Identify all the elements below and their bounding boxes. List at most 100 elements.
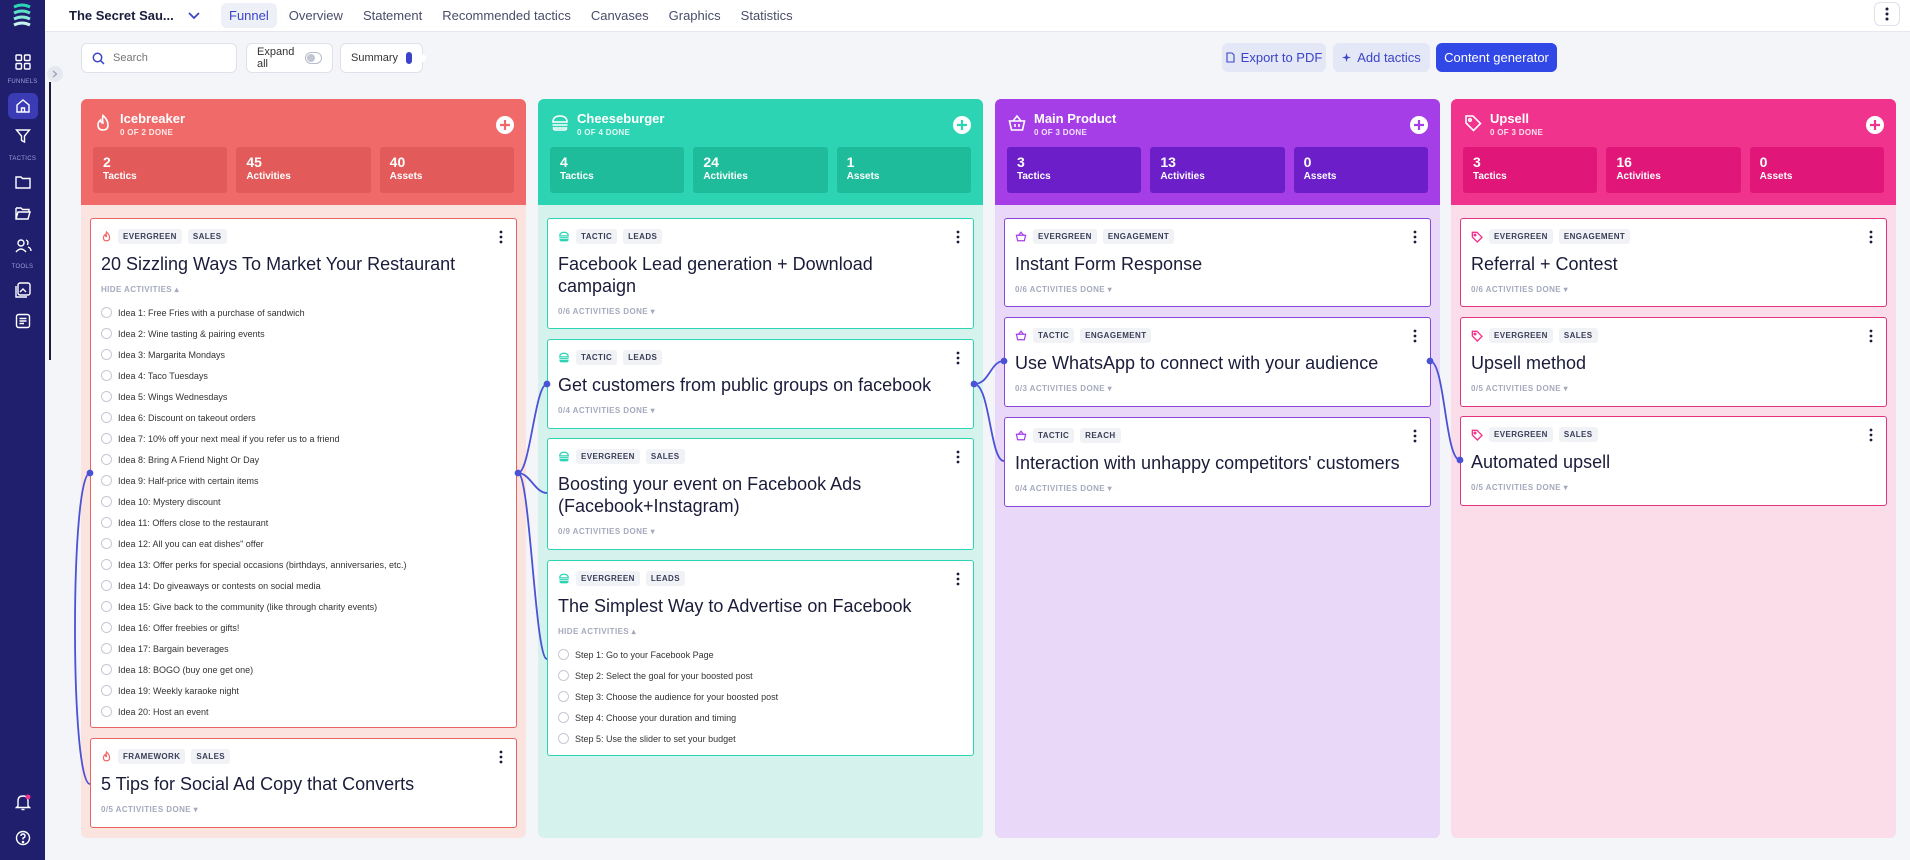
app-logo[interactable] [11,3,33,27]
tactic-card[interactable]: EVERGREEN ENGAGEMENT Instant Form Respon… [1004,218,1431,307]
more-options-button[interactable] [1874,2,1900,26]
activity-item[interactable]: Step 5: Use the slider to set your budge… [558,733,736,744]
activity-checkbox[interactable] [101,454,112,465]
tab-statement[interactable]: Statement [355,3,430,28]
card-title[interactable]: Facebook Lead generation + Download camp… [558,253,947,297]
activity-checkbox[interactable] [101,496,112,507]
card-title[interactable]: 20 Sizzling Ways To Market Your Restaura… [101,253,490,275]
activity-item[interactable]: Idea 16: Offer freebies or gifts! [101,622,239,633]
activity-item[interactable]: Idea 10: Mystery discount [101,496,221,507]
bell-icon[interactable] [11,790,35,814]
image-icon[interactable] [11,278,35,302]
expand-all-toggle[interactable]: Expand all [246,43,333,73]
tab-graphics[interactable]: Graphics [661,3,729,28]
activity-item[interactable]: Step 2: Select the goal for your boosted… [558,670,753,681]
card-title[interactable]: Upsell method [1471,352,1860,374]
activity-checkbox[interactable] [558,712,569,723]
card-menu-icon[interactable] [498,229,504,245]
activities-done-toggle[interactable]: 0/9 ACTIVITIES DONE ▾ [558,527,655,536]
activity-item[interactable]: Idea 6: Discount on takeout orders [101,412,256,423]
tactic-card[interactable]: TACTIC LEADS Get customers from public g… [547,339,974,429]
activity-checkbox[interactable] [101,370,112,381]
activity-checkbox[interactable] [558,649,569,660]
activity-item[interactable]: Step 3: Choose the audience for your boo… [558,691,778,702]
help-icon[interactable] [11,826,35,850]
summary-switch[interactable] [406,52,426,64]
sidebar-collapse-handle[interactable] [47,66,63,82]
activity-checkbox[interactable] [101,580,112,591]
grid-icon[interactable] [11,50,35,74]
filter-icon[interactable] [11,124,35,148]
card-title[interactable]: 5 Tips for Social Ad Copy that Converts [101,773,490,795]
tactic-card[interactable]: EVERGREEN SALES 20 Sizzling Ways To Mark… [90,218,517,728]
card-menu-icon[interactable] [1412,229,1418,245]
activity-item[interactable]: Idea 4: Taco Tuesdays [101,370,208,381]
tab-funnel[interactable]: Funnel [221,3,277,28]
card-menu-icon[interactable] [955,350,961,366]
tactic-card[interactable]: FRAMEWORK SALES 5 Tips for Social Ad Cop… [90,738,517,828]
activity-item[interactable]: Idea 14: Do giveaways or contests on soc… [101,580,321,591]
activities-done-toggle[interactable]: 0/6 ACTIVITIES DONE ▾ [558,307,655,316]
add-tactic-button[interactable] [1410,116,1428,134]
project-selector[interactable]: The Secret Sau... [69,8,200,23]
tactic-card[interactable]: TACTIC LEADS Facebook Lead generation + … [547,218,974,329]
activity-checkbox[interactable] [101,328,112,339]
activities-done-toggle[interactable]: 0/4 ACTIVITIES DONE ▾ [558,406,655,415]
card-menu-icon[interactable] [498,749,504,765]
folder-open-icon[interactable] [11,201,35,225]
card-title[interactable]: Interaction with unhappy competitors' cu… [1015,452,1404,474]
activity-item[interactable]: Idea 3: Margarita Mondays [101,349,225,360]
add-tactics-button[interactable]: Add tactics [1333,43,1430,72]
card-title[interactable]: Get customers from public groups on face… [558,374,947,396]
users-icon[interactable] [11,233,35,257]
activity-checkbox[interactable] [101,349,112,360]
activity-item[interactable]: Idea 2: Wine tasting & pairing events [101,328,265,339]
activity-item[interactable]: Idea 13: Offer perks for special occasio… [101,559,406,570]
card-menu-icon[interactable] [955,229,961,245]
activity-checkbox[interactable] [558,733,569,744]
card-menu-icon[interactable] [955,571,961,587]
export-pdf-button[interactable]: Export to PDF [1222,43,1326,72]
card-title[interactable]: Automated upsell [1471,451,1860,473]
tactic-card[interactable]: EVERGREEN ENGAGEMENT Referral + Contest … [1460,218,1887,307]
activity-item[interactable]: Idea 18: BOGO (buy one get one) [101,664,253,675]
add-tactic-button[interactable] [953,116,971,134]
activity-item[interactable]: Idea 11: Offers close to the restaurant [101,517,268,528]
card-menu-icon[interactable] [1868,328,1874,344]
add-tactic-button[interactable] [1866,116,1884,134]
document-icon[interactable] [11,309,35,333]
activity-item[interactable]: Idea 5: Wings Wednesdays [101,391,227,402]
activities-done-toggle[interactable]: 0/5 ACTIVITIES DONE ▾ [1471,483,1568,492]
tactic-card[interactable]: EVERGREEN SALES Automated upsell 0/5 ACT… [1460,416,1887,506]
hide-activities-toggle[interactable]: HIDE ACTIVITIES ▴ [558,627,636,636]
activity-checkbox[interactable] [101,391,112,402]
activity-checkbox[interactable] [101,685,112,696]
tab-canvases[interactable]: Canvases [583,3,657,28]
activities-done-toggle[interactable]: 0/6 ACTIVITIES DONE ▾ [1471,285,1568,294]
activity-checkbox[interactable] [101,643,112,654]
tactic-card[interactable]: EVERGREEN SALES Upsell method 0/5 ACTIVI… [1460,317,1887,407]
card-title[interactable]: Boosting your event on Facebook Ads (Fac… [558,473,947,517]
activity-item[interactable]: Idea 20: Host an event [101,706,209,717]
activity-checkbox[interactable] [101,706,112,717]
folder-icon[interactable] [11,170,35,194]
tab-overview[interactable]: Overview [281,3,351,28]
activities-done-toggle[interactable]: 0/3 ACTIVITIES DONE ▾ [1015,384,1112,393]
activity-item[interactable]: Idea 15: Give back to the community (lik… [101,601,377,612]
activities-done-toggle[interactable]: 0/5 ACTIVITIES DONE ▾ [101,805,198,814]
card-menu-icon[interactable] [1868,427,1874,443]
activity-item[interactable]: Step 1: Go to your Facebook Page [558,649,714,660]
card-title[interactable]: Instant Form Response [1015,253,1404,275]
activity-checkbox[interactable] [101,559,112,570]
card-menu-icon[interactable] [955,449,961,465]
summary-toggle[interactable]: Summary [340,43,426,73]
activity-checkbox[interactable] [558,670,569,681]
activity-item[interactable]: Idea 17: Bargain beverages [101,643,229,654]
activity-checkbox[interactable] [101,538,112,549]
card-menu-icon[interactable] [1412,328,1418,344]
activities-done-toggle[interactable]: 0/6 ACTIVITIES DONE ▾ [1015,285,1112,294]
activities-done-toggle[interactable]: 0/4 ACTIVITIES DONE ▾ [1015,484,1112,493]
activity-item[interactable]: Idea 12: All you can eat dishes" offer [101,538,264,549]
expand-all-switch[interactable] [304,52,322,64]
card-menu-icon[interactable] [1412,428,1418,444]
